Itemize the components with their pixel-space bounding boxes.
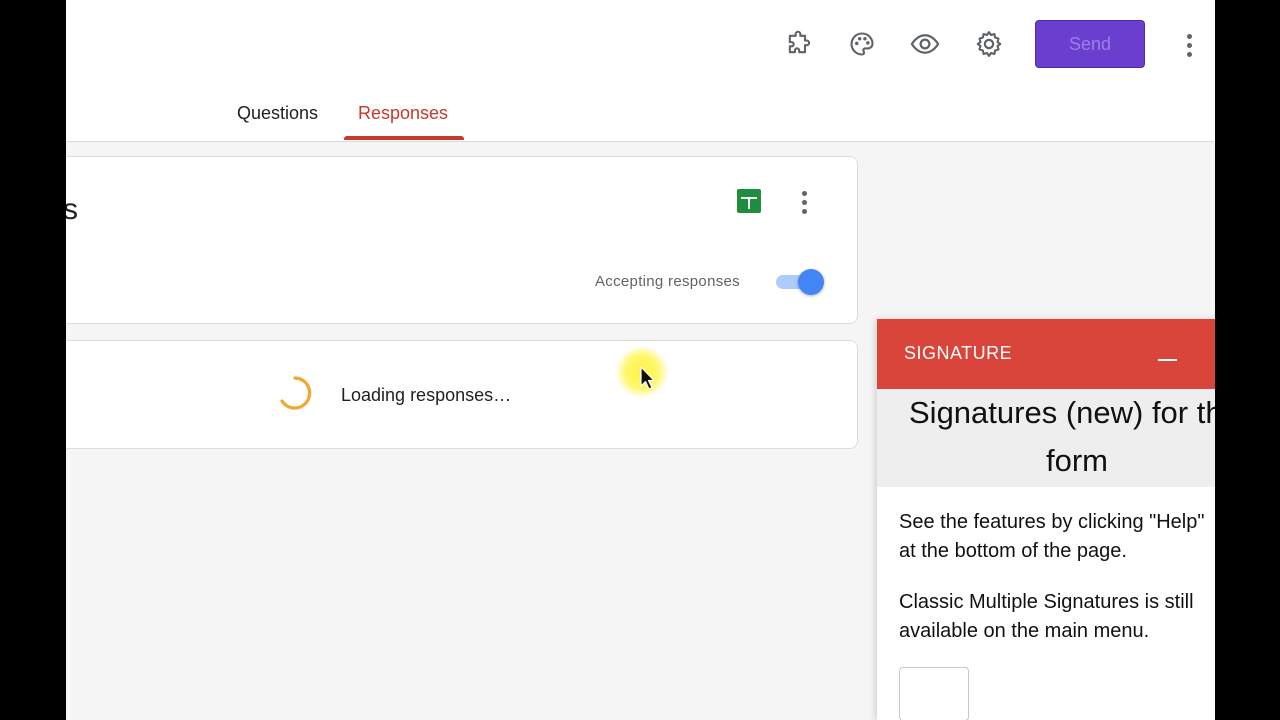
responses-count-title: s — [66, 193, 78, 226]
sheets-icon[interactable] — [737, 189, 761, 213]
puzzle-icon[interactable] — [780, 26, 816, 62]
classic-line-1: Classic Multiple Signatures is still — [899, 591, 1194, 613]
classic-line-2: available on the main menu. — [899, 620, 1150, 642]
accepting-responses-toggle[interactable] — [774, 269, 826, 295]
active-tab-indicator — [344, 136, 464, 140]
mouse-cursor-icon — [640, 366, 656, 392]
send-button[interactable]: Send — [1035, 20, 1145, 68]
signature-header: SIGNATURE — [877, 319, 1215, 389]
classic-paragraph: Classic Multiple Signatures is still ava… — [899, 588, 1194, 646]
signature-title: SIGNATURE — [904, 343, 1013, 363]
responses-more-icon[interactable] — [801, 191, 807, 214]
tab-responses[interactable]: Responses — [358, 103, 448, 124]
eye-icon[interactable] — [907, 26, 943, 62]
help-line-1: See the features by clicking "Help" — [899, 511, 1205, 533]
signature-sidebar: SIGNATURE Signatures (new) for this form… — [877, 319, 1215, 720]
accepting-responses-label: Accepting responses — [595, 273, 740, 290]
minimize-icon[interactable] — [1157, 349, 1179, 371]
signature-count-input[interactable] — [899, 667, 969, 720]
gear-icon[interactable] — [971, 26, 1007, 62]
top-bar: Send Questions Responses — [66, 0, 1215, 142]
loading-card: Loading responses… — [66, 340, 858, 449]
loading-text: Loading responses… — [341, 385, 512, 405]
help-line-2: at the bottom of the page. — [899, 540, 1127, 562]
forms-app: Send Questions Responses s Accepting res… — [66, 0, 1215, 720]
signature-hero-line2: form — [1046, 443, 1108, 478]
help-paragraph: See the features by clicking "Help" at t… — [899, 508, 1204, 566]
signature-hero-line1: Signatures (new) for this — [909, 395, 1215, 430]
loading-spinner-icon — [277, 375, 313, 411]
signature-hero: Signatures (new) for this form — [877, 389, 1215, 487]
more-vert-icon[interactable] — [1186, 34, 1192, 57]
responses-summary-card: s Accepting responses — [66, 156, 858, 324]
palette-icon[interactable] — [844, 26, 880, 62]
tab-questions[interactable]: Questions — [237, 103, 318, 124]
